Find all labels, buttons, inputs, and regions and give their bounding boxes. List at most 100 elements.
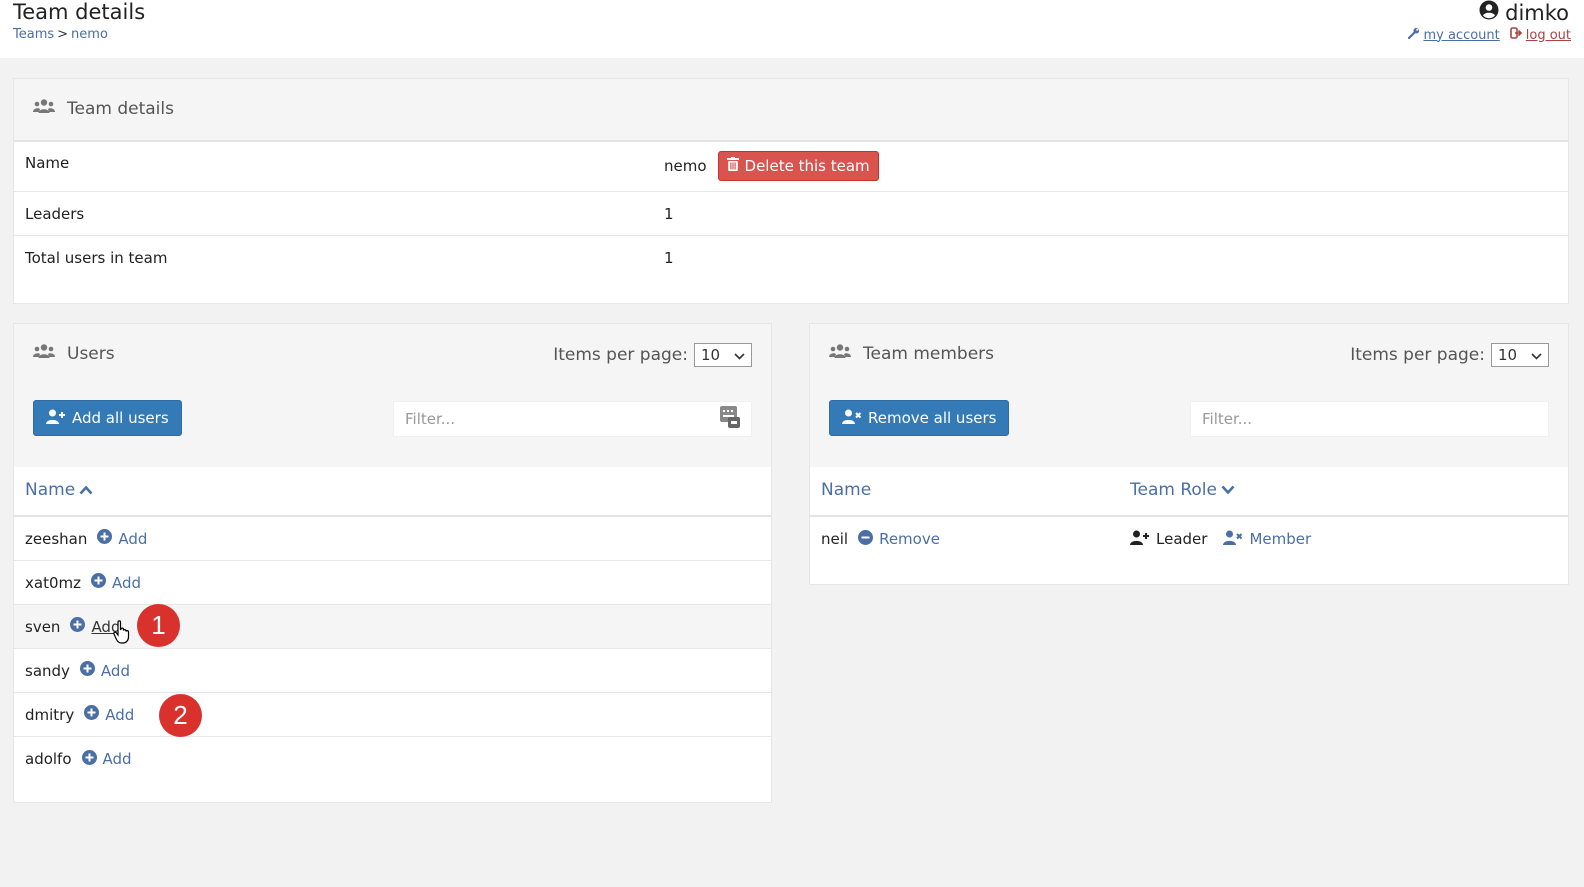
step-badge-2: 2 <box>159 694 202 737</box>
users-filter-placeholder: Filter... <box>405 410 456 428</box>
detail-value: nemo Delete this team <box>664 151 879 181</box>
team-details-panel: Team details Name nemo Delete this team … <box>13 78 1569 304</box>
items-per-page-select[interactable]: 10 <box>694 343 752 367</box>
detail-row-total-users: Total users in team 1 <box>14 236 1568 280</box>
chevron-down-icon <box>1221 480 1235 500</box>
delete-team-button[interactable]: Delete this team <box>717 151 879 181</box>
keyboard-icon <box>720 406 740 432</box>
user-name: sven <box>25 617 61 636</box>
role-leader-label: Leader <box>1156 530 1208 548</box>
sort-by-name[interactable]: Name <box>821 480 871 500</box>
user-circle-icon <box>1479 0 1499 25</box>
user-name: xat0mz <box>25 573 81 592</box>
detail-label: Total users in team <box>25 249 168 267</box>
my-account-label: my account <box>1423 27 1500 43</box>
items-per-page-select[interactable]: 10 <box>1491 343 1549 367</box>
add-all-users-button[interactable]: Add all users <box>33 400 182 436</box>
page-header: Team details Teams > nemo dimko my account… <box>0 0 1584 58</box>
add-label: Add <box>102 750 132 768</box>
members-filter-input[interactable]: Filter... <box>1190 401 1549 437</box>
step-badge-1: 1 <box>137 604 180 647</box>
detail-row-name: Name nemo Delete this team <box>14 142 1568 192</box>
members-filter-placeholder: Filter... <box>1202 410 1253 428</box>
users-filter-input[interactable]: Filter... <box>393 401 752 437</box>
table-row: zeeshan Add <box>14 517 771 561</box>
current-user: dimko <box>1479 0 1569 25</box>
team-members-panel-header: Team members Items per page: 10 <box>810 324 1568 387</box>
user-name: sandy <box>25 661 70 680</box>
breadcrumb-teams-link[interactable]: Teams <box>13 27 54 42</box>
members-toolbar: Remove all users Filter... <box>810 387 1568 467</box>
items-per-page-value: 10 <box>1498 346 1518 364</box>
user-plus-icon <box>46 409 66 428</box>
chevron-up-icon <box>79 480 93 500</box>
column-team-role-label: Team Role <box>1130 480 1217 500</box>
plus-circle-icon <box>97 529 113 548</box>
users-group-icon <box>829 343 851 364</box>
team-details-title-text: Team details <box>67 98 174 119</box>
role-member-label: Member <box>1249 530 1312 548</box>
sort-by-team-role[interactable]: Team Role <box>1130 480 1235 500</box>
user-name-label: dimko <box>1505 0 1569 25</box>
remove-member-button[interactable]: Remove <box>858 529 940 549</box>
my-account-link[interactable]: my account <box>1408 27 1500 43</box>
chevron-down-icon <box>734 346 745 364</box>
team-members-panel: Team members Items per page: 10 Remove a… <box>809 323 1569 585</box>
team-details-title: Team details <box>33 98 174 119</box>
remove-all-users-button[interactable]: Remove all users <box>829 400 1010 436</box>
add-user-button[interactable]: Add <box>97 529 147 548</box>
add-user-button[interactable]: Add <box>79 661 130 680</box>
user-links: my account log out <box>1408 27 1571 43</box>
remove-label: Remove <box>879 530 940 548</box>
breadcrumb-separator: > <box>57 27 69 42</box>
users-panel-title-text: Users <box>67 343 115 364</box>
chevron-down-icon <box>1531 346 1542 364</box>
add-user-button[interactable]: Add <box>90 573 142 592</box>
total-users-count: 1 <box>664 249 674 267</box>
sort-by-name[interactable]: Name <box>25 480 93 500</box>
table-row: neil Remove Leader Member <box>810 517 1568 561</box>
user-name: zeeshan <box>25 529 88 548</box>
team-details-header: Team details <box>14 79 1568 142</box>
members-table-header: Name Team Role <box>810 467 1568 517</box>
leaders-count: 1 <box>664 205 674 223</box>
breadcrumb: Teams > nemo <box>13 27 108 42</box>
add-user-button[interactable]: Add <box>84 705 134 724</box>
add-label: Add <box>100 661 130 680</box>
make-member-button[interactable]: Member <box>1223 530 1311 549</box>
table-row: adolfo Add <box>14 737 771 781</box>
user-times-icon <box>842 409 862 428</box>
breadcrumb-current[interactable]: nemo <box>71 27 108 42</box>
plus-circle-icon <box>70 617 86 636</box>
page-title: Team details <box>13 0 146 24</box>
users-group-icon <box>33 98 55 119</box>
users-group-icon <box>33 343 55 364</box>
delete-team-label: Delete this team <box>744 157 870 175</box>
users-table-header: Name <box>14 467 771 517</box>
team-members-panel-title: Team members <box>829 343 994 364</box>
items-per-page: Items per page: 10 <box>1350 343 1549 367</box>
items-per-page-value: 10 <box>701 346 721 364</box>
add-label: Add <box>111 573 142 592</box>
trash-icon <box>726 157 739 175</box>
detail-label: Name <box>25 154 70 172</box>
minus-circle-icon <box>858 529 874 549</box>
users-panel-title: Users <box>33 343 115 364</box>
plus-circle-icon <box>81 749 97 769</box>
add-label: Add <box>118 529 148 548</box>
user-times-icon <box>1223 530 1243 549</box>
user-name: dmitry <box>25 705 75 724</box>
users-panel-header: Users Items per page: 10 <box>14 324 771 387</box>
column-name-label: Name <box>25 480 76 500</box>
team-name-value: nemo <box>664 157 707 175</box>
detail-label: Leaders <box>25 205 85 223</box>
team-role-cell: Leader Member <box>1130 517 1311 561</box>
plus-circle-icon <box>90 573 106 592</box>
users-toolbar: Add all users Filter... <box>14 387 771 467</box>
users-panel: Users Items per page: 10 Add all users F… <box>13 323 772 803</box>
add-user-button[interactable]: Add <box>81 749 132 769</box>
log-out-label: log out <box>1525 27 1571 43</box>
team-members-title-text: Team members <box>863 343 995 364</box>
log-out-link[interactable]: log out <box>1509 27 1571 43</box>
items-per-page-label: Items per page: <box>553 345 688 365</box>
